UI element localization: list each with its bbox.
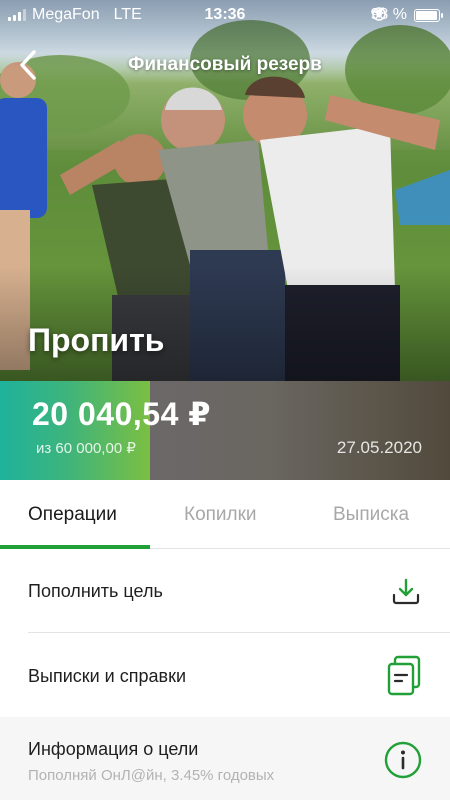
- documents-icon: [387, 655, 421, 696]
- goal-info-subtitle: Пополняй ОнЛ@йн, 3.45% годовых: [28, 767, 275, 784]
- goal-target-amount: из 60 000,00 ₽: [36, 440, 136, 457]
- goal-deadline-date: 27.05.2020: [336, 438, 422, 457]
- status-bar: MegaFon LTE 13:36 98 %: [0, 0, 450, 32]
- section-tabs: Операции Копилки Выписка: [0, 480, 450, 549]
- statements-label: Выписки и справки: [28, 666, 186, 686]
- tab-operations[interactable]: Операции: [28, 504, 117, 526]
- info-circle-icon: [384, 741, 422, 779]
- statements-row[interactable]: Выписки и справки: [0, 633, 450, 717]
- location-arrow-icon: [371, 7, 384, 19]
- goal-info-row[interactable]: Информация о цели Пополняй ОнЛ@йн, 3.45%…: [0, 717, 450, 800]
- tab-statement[interactable]: Выписка: [333, 504, 409, 526]
- download-tray-icon: [392, 578, 420, 605]
- goal-screen: MegaFon LTE 13:36 98 % Финансовый резерв…: [0, 0, 450, 800]
- screen-title: Финансовый резерв: [128, 54, 322, 75]
- active-tab-indicator: [0, 545, 150, 549]
- tab-piggy-banks[interactable]: Копилки: [184, 504, 257, 526]
- goal-name: Пропить: [28, 322, 165, 358]
- top-up-goal-row[interactable]: Пополнить цель: [0, 550, 450, 633]
- status-bar-right: 98 %: [371, 6, 443, 24]
- top-up-goal-label: Пополнить цель: [28, 581, 163, 601]
- goal-progress-card[interactable]: 20 040,54 ₽ из 60 000,00 ₽ 27.05.2020: [0, 381, 450, 480]
- battery-icon: [414, 8, 443, 22]
- goal-cover-photo: MegaFon LTE 13:36 98 % Финансовый резерв…: [0, 0, 450, 381]
- goal-saved-amount: 20 040,54 ₽: [32, 396, 212, 432]
- goal-info-label: Информация о цели: [28, 739, 199, 759]
